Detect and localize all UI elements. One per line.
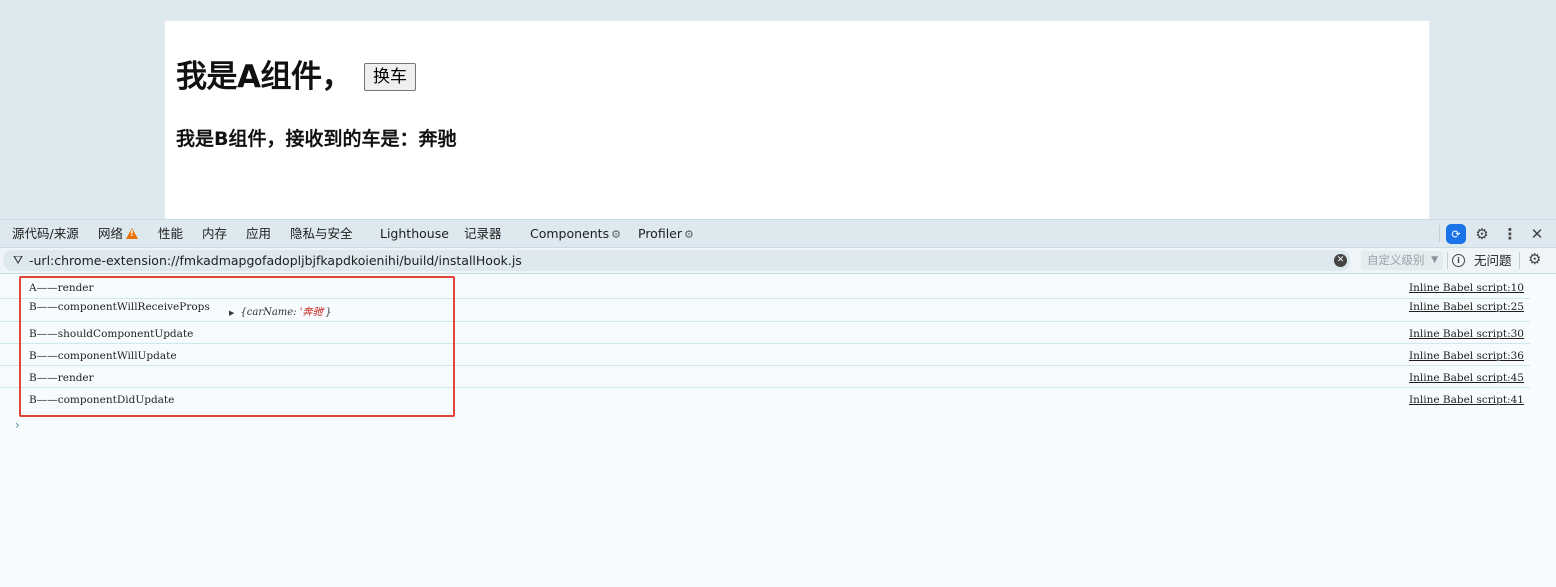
object-preview[interactable]: ▶ {carName: '奔驰'} <box>229 303 332 318</box>
swap-car-button[interactable]: 换车 <box>364 62 416 91</box>
clear-filter-icon[interactable]: ✕ <box>1334 254 1347 267</box>
source-link[interactable]: Inline Babel script:41 <box>1409 394 1524 406</box>
tab-recorder[interactable]: 记录器 <box>464 220 502 247</box>
source-link[interactable]: Inline Babel script:45 <box>1409 372 1524 384</box>
chevron-down-icon: ▼ <box>1431 255 1438 265</box>
filter-icon: ⛛ <box>13 253 24 267</box>
console-message: B——componentWillUpdate <box>29 350 177 362</box>
console-filter-bar: ⛛ ✕ 自定义级别▼ i 无问题 ⚙ <box>0 248 1556 274</box>
console-row: A——render Inline Babel script:10 <box>0 276 1530 299</box>
console-message: A——render <box>29 282 94 294</box>
issues-info-icon[interactable]: i <box>1452 254 1465 267</box>
component-a-title: 我是A组件， <box>176 59 353 95</box>
tab-components[interactable]: Components ⚙ <box>530 220 621 247</box>
tab-privacy-security[interactable]: 隐私与安全 <box>290 220 353 247</box>
close-icon[interactable]: ✕ <box>1526 223 1548 245</box>
console-message: B——shouldComponentUpdate <box>29 328 194 340</box>
tab-application[interactable]: 应用 <box>246 220 271 247</box>
console-message: B——componentDidUpdate <box>29 394 175 406</box>
console-message: B——render <box>29 372 94 384</box>
page-viewport: 我是A组件， 换车 我是B组件，接收到的车是：奔驰 <box>164 20 1430 220</box>
settings-icon[interactable]: ⚙ <box>1471 223 1493 245</box>
tab-profiler[interactable]: Profiler ⚙ <box>638 220 694 247</box>
log-level-select[interactable]: 自定义级别 ▼ <box>1361 251 1443 270</box>
console-row: B——componentWillUpdate Inline Babel scri… <box>0 344 1530 366</box>
devtools-tabbar: 源代码/来源 网络 性能 内存 应用 隐私与安全 Lighthouse 记录器 … <box>0 220 1556 248</box>
more-vert-icon[interactable]: ⋮ <box>1499 223 1521 245</box>
gear-icon: ⚙ <box>684 228 694 241</box>
tab-network[interactable]: 网络 <box>98 220 139 247</box>
console-row: B——componentDidUpdate Inline Babel scrip… <box>0 388 1530 409</box>
gear-icon: ⚙ <box>611 228 621 241</box>
tab-lighthouse[interactable]: Lighthouse <box>380 220 449 247</box>
console-row: B——componentWillReceiveProps ▶ {carName: … <box>0 299 1530 322</box>
devtools-panel: 源代码/来源 网络 性能 内存 应用 隐私与安全 Lighthouse 记录器 … <box>0 219 1556 587</box>
console-row: B——shouldComponentUpdate Inline Babel sc… <box>0 322 1530 344</box>
filter-divider <box>1519 252 1520 269</box>
source-link[interactable]: Inline Babel script:30 <box>1409 328 1524 340</box>
toolbar-divider <box>1439 225 1440 242</box>
issues-label[interactable]: 无问题 <box>1474 248 1512 273</box>
component-a-heading: 我是A组件， 换车 <box>176 51 416 96</box>
filter-divider <box>1447 252 1448 269</box>
source-link[interactable]: Inline Babel script:25 <box>1409 301 1524 313</box>
filter-field: ⛛ ✕ <box>3 250 1350 271</box>
source-link[interactable]: Inline Babel script:10 <box>1409 282 1524 294</box>
console-message: B——componentWillReceiveProps <box>29 301 210 313</box>
tab-memory[interactable]: 内存 <box>202 220 227 247</box>
tab-performance[interactable]: 性能 <box>158 220 183 247</box>
console-settings-icon[interactable]: ⚙ <box>1528 250 1541 268</box>
console-prompt-icon[interactable]: › <box>15 418 20 432</box>
source-link[interactable]: Inline Babel script:36 <box>1409 350 1524 362</box>
warning-icon <box>126 228 139 239</box>
console-row: B——render Inline Babel script:45 <box>0 366 1530 388</box>
filter-input[interactable] <box>29 250 1319 271</box>
tab-sources[interactable]: 源代码/来源 <box>12 220 79 247</box>
extension-icon[interactable]: ⟳ <box>1445 223 1467 245</box>
expand-triangle-icon[interactable]: ▶ <box>229 309 234 317</box>
console-output: A——render Inline Babel script:10 B——comp… <box>0 276 1556 587</box>
component-b-heading: 我是B组件，接收到的车是：奔驰 <box>176 128 457 150</box>
